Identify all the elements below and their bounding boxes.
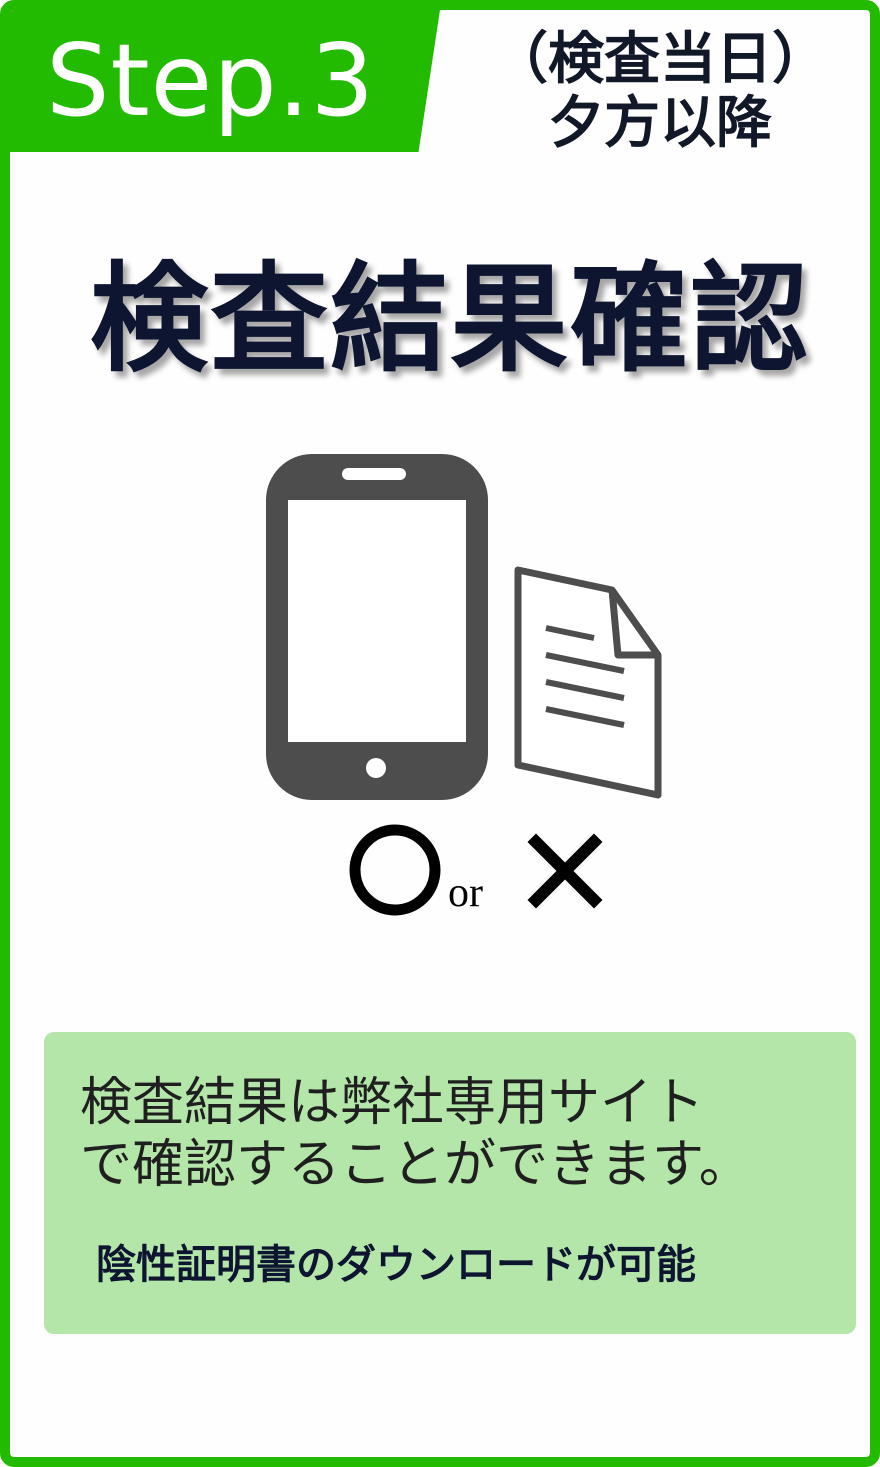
result-illustration: or [266,454,662,916]
result-or-text: or [448,870,483,916]
smartphone-icon [266,454,488,800]
info-line-2: で確認することができます。 [80,1135,751,1195]
step-label: Step.3 [46,22,376,139]
timing-line-1: （検査当日） [492,27,828,92]
document-icon [514,566,662,799]
info-box: 検査結果は弊社専用サイト で確認することができます。 陰性証明書のダウンロードが… [44,1032,856,1334]
info-note: 陰性証明書のダウンロードが可能 [96,1242,696,1288]
timing-label: （検査当日） 夕方以降 [450,30,870,154]
timing-line-2: 夕方以降 [548,91,772,156]
info-description: 検査結果は弊社専用サイト で確認することができます。 [80,1072,840,1196]
cross-mark-icon [527,833,603,909]
step-card: Step.3 （検査当日） 夕方以降 検査結果確認 or 検査結果は弊社専用サイ… [0,0,880,1467]
page-title: 検査結果確認 [89,250,810,388]
info-line-1: 検査結果は弊社専用サイト [80,1073,705,1133]
circle-mark-icon [349,824,441,916]
